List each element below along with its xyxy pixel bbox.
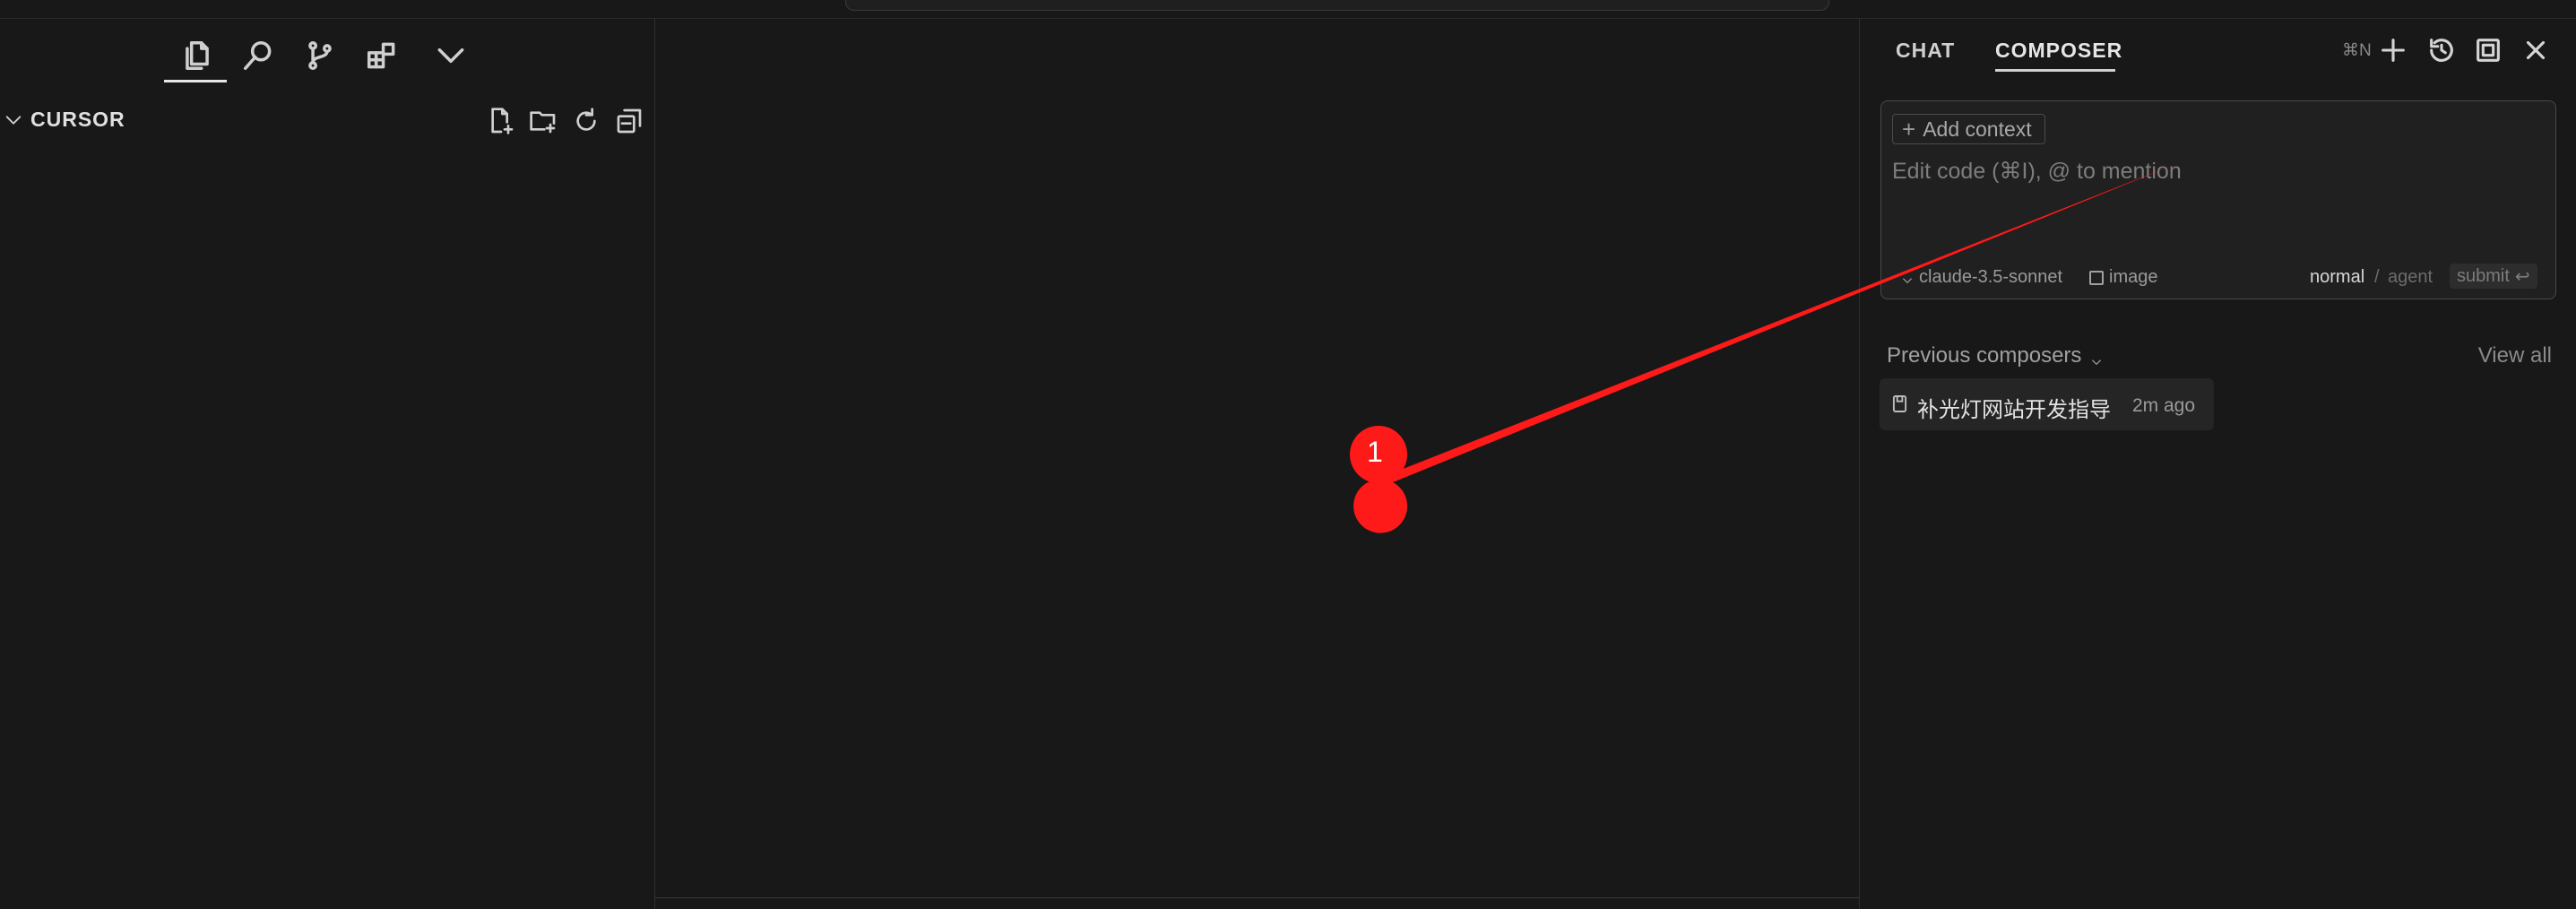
explorer-title: CURSOR [30, 108, 125, 131]
title-bar [0, 0, 2576, 19]
annotation-label: 1 [1367, 436, 1383, 468]
composer-input[interactable]: Edit code (⌘I), @ to mention [1892, 158, 2182, 185]
chevron-down-icon[interactable] [4, 110, 23, 130]
tab-composer[interactable]: COMPOSER [1995, 39, 2122, 63]
view-all-link[interactable]: View all [2478, 343, 2552, 368]
maximize-icon[interactable] [2473, 35, 2503, 65]
chevron-down-icon [1901, 272, 1914, 284]
add-context-label: Add context [1923, 117, 2032, 141]
previous-composers-heading: Previous composers [1887, 343, 2082, 368]
composer-footer: claude-3.5-sonnet image normal / agent s… [1892, 264, 2545, 290]
submit-label: submit [2457, 265, 2510, 286]
active-tab-indicator [1995, 69, 2115, 72]
panel-divider [655, 897, 1859, 898]
mode-normal[interactable]: normal [2310, 267, 2364, 288]
collapse-all-icon[interactable] [615, 107, 644, 135]
composer-title: 补光灯网站开发指导 [1917, 397, 2111, 422]
refresh-icon[interactable] [572, 107, 601, 135]
image-icon [2089, 270, 2104, 285]
tab-chat[interactable]: CHAT [1896, 39, 1955, 63]
image-button[interactable]: image [2089, 267, 2157, 288]
add-context-button[interactable]: + Add context [1892, 114, 2045, 144]
files-icon[interactable] [175, 33, 220, 78]
search-icon[interactable] [236, 33, 281, 78]
previous-composer-item[interactable]: 补光灯网站开发指导 2m ago [1880, 378, 2214, 430]
new-file-icon[interactable] [487, 107, 515, 135]
extensions-icon[interactable] [359, 33, 404, 78]
image-label: image [2109, 267, 2158, 287]
history-icon[interactable] [2426, 35, 2457, 65]
close-icon[interactable] [2520, 35, 2551, 65]
mode-separator: / [2374, 267, 2380, 287]
submit-button[interactable]: submit ↩ [2450, 264, 2537, 289]
composer-panel: CHAT COMPOSER ⌘N + Add context Edit code… [1860, 19, 2576, 909]
previous-composers-toggle[interactable]: Previous composers [1887, 343, 2103, 368]
plus-icon: + [1902, 116, 1916, 143]
model-selector[interactable]: claude-3.5-sonnet [1901, 267, 2062, 288]
model-label: claude-3.5-sonnet [1919, 267, 2063, 287]
chevron-down-icon[interactable] [428, 33, 473, 78]
editor-area[interactable] [655, 19, 1860, 909]
active-view-indicator [164, 80, 227, 82]
source-control-icon[interactable] [298, 33, 342, 78]
chevron-down-icon [2090, 350, 2103, 366]
composer-input-box[interactable]: + Add context Edit code (⌘I), @ to menti… [1880, 100, 2556, 299]
new-folder-icon[interactable] [529, 107, 558, 135]
mode-agent[interactable]: agent [2388, 267, 2433, 288]
command-center[interactable] [845, 0, 1829, 11]
new-composer-shortcut: ⌘N [2342, 41, 2372, 60]
plus-icon[interactable] [2378, 35, 2408, 65]
explorer-header[interactable]: CURSOR [0, 91, 654, 150]
document-icon [1892, 394, 1907, 413]
enter-icon: ↩ [2514, 266, 2530, 287]
sidebar: CURSOR [0, 19, 655, 909]
composer-timestamp: 2m ago [2132, 395, 2196, 416]
